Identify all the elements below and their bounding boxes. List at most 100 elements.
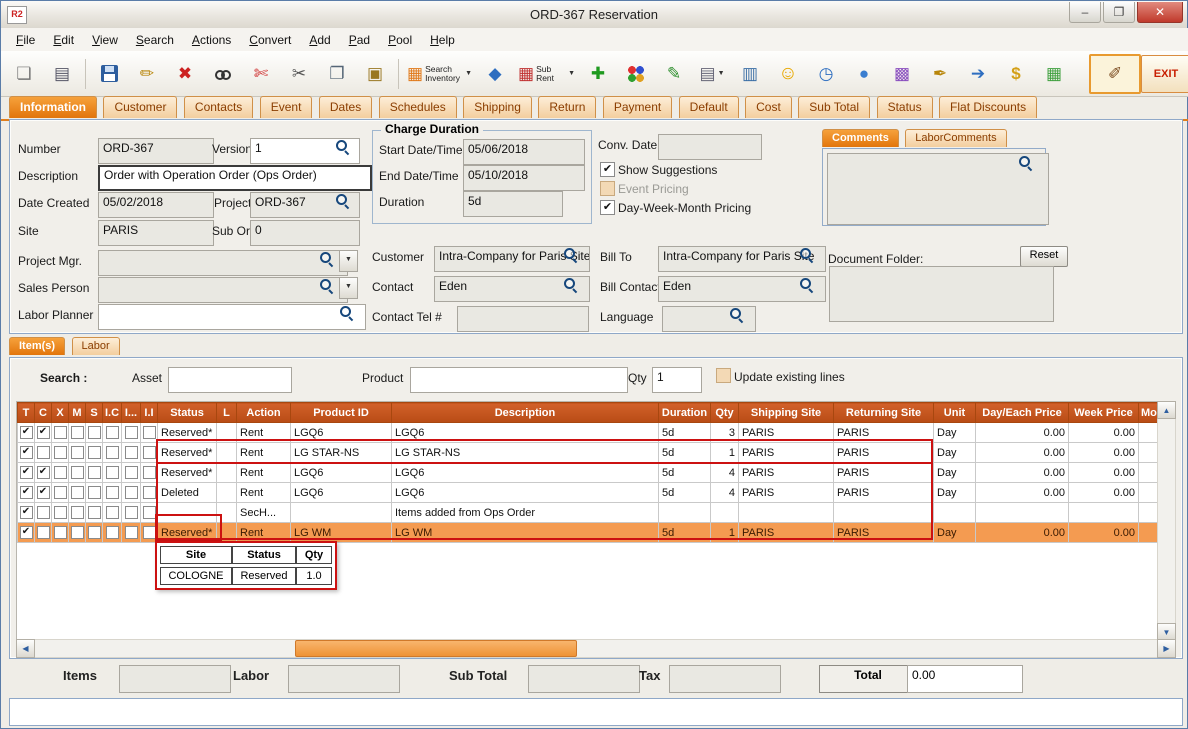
contact-tel-field[interactable] [457, 306, 589, 332]
contact-search-icon[interactable] [564, 278, 578, 292]
menu-help[interactable]: Help [421, 30, 464, 50]
cube-button[interactable]: ▩ [883, 55, 921, 93]
bill-contact-search-icon[interactable] [800, 278, 814, 292]
tab-contacts[interactable]: Contacts [184, 96, 253, 118]
customer-search-icon[interactable] [564, 248, 578, 262]
row-checkbox[interactable] [88, 486, 101, 499]
comments-search-icon[interactable] [1019, 156, 1033, 170]
version-search-icon[interactable] [336, 140, 350, 154]
col-header-s[interactable]: S [86, 403, 103, 423]
col-header-ic[interactable]: I.C [103, 403, 122, 423]
chart-button[interactable]: ▦ [1035, 55, 1073, 93]
tab-flat-discounts[interactable]: Flat Discounts [939, 96, 1037, 118]
conv-date-field[interactable] [658, 134, 762, 160]
row-checkbox[interactable] [71, 446, 84, 459]
col-header-c[interactable]: C [35, 403, 52, 423]
row-checkbox[interactable] [143, 506, 156, 519]
project-search-icon[interactable] [336, 194, 350, 208]
remove-line-button[interactable]: ✄ [242, 55, 280, 93]
col-header-qty[interactable]: Qty [711, 403, 739, 423]
row-checkbox[interactable] [143, 486, 156, 499]
exit-button[interactable]: EXIT [1141, 55, 1188, 93]
menu-file[interactable]: File [7, 30, 44, 50]
row-checkbox[interactable] [125, 466, 138, 479]
col-header-il[interactable]: I... [122, 403, 141, 423]
row-checkbox[interactable] [71, 526, 84, 539]
search-inventory-button[interactable]: ▦ Search Inventory ▼ [403, 55, 476, 93]
scroll-left-button[interactable]: ◀ [16, 639, 35, 658]
globe-button[interactable]: ● [845, 55, 883, 93]
smiley-button[interactable]: ☺ [769, 55, 807, 93]
row-checkbox[interactable]: ✔ [20, 506, 33, 519]
paste-button[interactable]: ▣ [356, 55, 394, 93]
row-checkbox[interactable] [143, 446, 156, 459]
row-checkbox[interactable] [106, 466, 119, 479]
row-checkbox[interactable] [54, 506, 67, 519]
col-header-month[interactable]: Month [1139, 403, 1158, 423]
project-mgr-search-icon[interactable] [320, 252, 334, 266]
print-button[interactable]: ▤ [43, 55, 81, 93]
col-header-t[interactable]: T [18, 403, 35, 423]
menu-view[interactable]: View [83, 30, 127, 50]
time-button[interactable]: ◷ [807, 55, 845, 93]
col-header-week-price[interactable]: Week Price [1069, 403, 1139, 423]
col-header-x[interactable]: X [52, 403, 69, 423]
tab-default[interactable]: Default [679, 96, 739, 118]
end-date-field[interactable]: 05/10/2018 [463, 165, 585, 191]
row-checkbox[interactable]: ✔ [37, 486, 50, 499]
row-checkbox[interactable] [54, 466, 67, 479]
row-checkbox[interactable]: ✔ [37, 426, 50, 439]
table-row-selected[interactable]: ✔ Reserved* Rent LG WM LG WM 5d 1 PARIS [18, 523, 1158, 543]
row-checkbox[interactable] [71, 426, 84, 439]
row-checkbox[interactable] [106, 486, 119, 499]
tab-comments[interactable]: Comments [822, 129, 899, 147]
row-checkbox[interactable] [106, 446, 119, 459]
col-header-product-id[interactable]: Product ID [291, 403, 392, 423]
sign-button[interactable]: ✒ [921, 55, 959, 93]
event-pricing-checkbox[interactable] [600, 181, 615, 196]
row-checkbox[interactable] [125, 486, 138, 499]
duration-field[interactable]: 5d [463, 191, 563, 217]
row-checkbox[interactable]: ✔ [37, 466, 50, 479]
save-button[interactable] [90, 55, 128, 93]
tab-dates[interactable]: Dates [319, 96, 372, 118]
tab-sub-total[interactable]: Sub Total [798, 96, 870, 118]
row-checkbox[interactable] [143, 526, 156, 539]
menu-convert[interactable]: Convert [240, 30, 300, 50]
menu-search[interactable]: Search [127, 30, 183, 50]
sales-person-search-icon[interactable] [320, 279, 334, 293]
menu-edit[interactable]: Edit [44, 30, 83, 50]
row-checkbox[interactable] [106, 506, 119, 519]
tab-payment[interactable]: Payment [603, 96, 672, 118]
row-checkbox[interactable] [37, 506, 50, 519]
col-header-action[interactable]: Action [237, 403, 291, 423]
update-lines-checkbox[interactable] [716, 368, 731, 383]
tab-cost[interactable]: Cost [745, 96, 792, 118]
row-checkbox[interactable] [143, 466, 156, 479]
row-checkbox[interactable] [88, 446, 101, 459]
row-checkbox[interactable]: ✔ [20, 446, 33, 459]
qty-input[interactable]: 1 [652, 367, 702, 393]
money-button[interactable]: $ [997, 55, 1035, 93]
row-checkbox[interactable] [37, 446, 50, 459]
print-setup-button[interactable]: ▥ [731, 55, 769, 93]
pad-button[interactable]: ▤▼ [693, 55, 731, 93]
labor-planner-search-icon[interactable] [340, 306, 354, 320]
tab-schedules[interactable]: Schedules [379, 96, 457, 118]
asset-search-input[interactable] [168, 367, 292, 393]
tab-shipping[interactable]: Shipping [463, 96, 532, 118]
tab-information[interactable]: Information [9, 96, 97, 118]
transfer-button[interactable]: ➔ [959, 55, 997, 93]
tab-customer[interactable]: Customer [103, 96, 177, 118]
wand-button[interactable]: ✐ [1089, 54, 1141, 94]
row-checkbox[interactable] [54, 486, 67, 499]
menu-pad[interactable]: Pad [340, 30, 379, 50]
row-checkbox[interactable] [88, 506, 101, 519]
delete-button[interactable]: ✖ [166, 55, 204, 93]
col-header-m[interactable]: M [69, 403, 86, 423]
tab-return[interactable]: Return [538, 96, 596, 118]
row-checkbox[interactable] [106, 526, 119, 539]
comments-textarea[interactable] [827, 153, 1049, 225]
row-checkbox[interactable]: ✔ [20, 426, 33, 439]
row-checkbox[interactable] [54, 446, 67, 459]
